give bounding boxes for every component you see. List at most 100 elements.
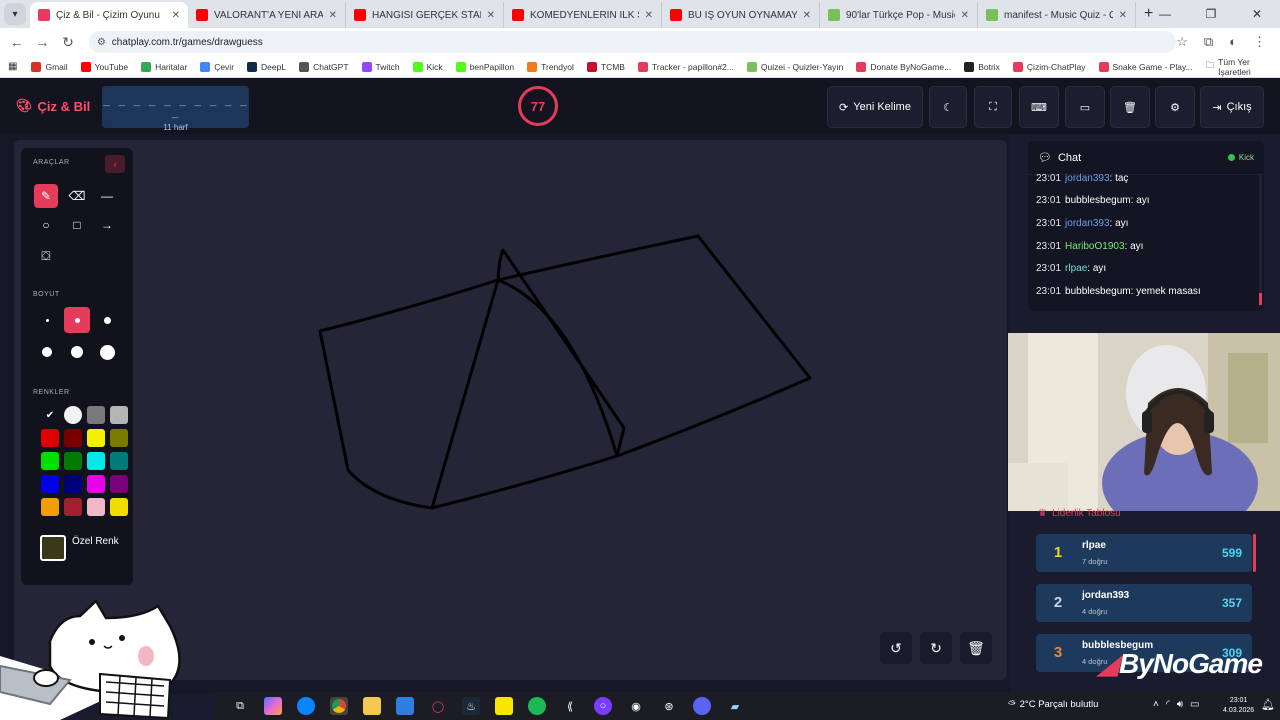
tab-close-icon[interactable]: ✕ <box>1119 10 1127 21</box>
bookmark-item[interactable]: YouTube <box>80 61 128 72</box>
chrome-taskbar-icon[interactable] <box>330 697 348 715</box>
bookmark-star-icon[interactable]: ☆ <box>1176 34 1188 50</box>
site-info-icon[interactable]: ⚙ <box>97 37 106 48</box>
archive-button[interactable]: ▭ <box>1065 86 1105 128</box>
brand-logo[interactable]: 🎨︎ Çiz & Bil <box>16 98 90 114</box>
forward-icon[interactable]: → <box>30 34 56 50</box>
fill-tool[interactable]: ⛋ <box>34 244 58 268</box>
color-swatch[interactable] <box>64 429 82 447</box>
tray-expand-icon[interactable]: ˄ <box>1153 699 1159 710</box>
color-swatch[interactable] <box>87 429 105 447</box>
notification-bell-icon[interactable]: 🔔︎ <box>1261 698 1275 711</box>
tab-search-icon[interactable]: ▾ <box>4 3 26 25</box>
bookmark-item[interactable]: TCMB <box>586 61 625 72</box>
dark-mode-button[interactable]: ☾ <box>929 86 967 128</box>
color-swatch[interactable] <box>41 452 59 470</box>
bookmark-item[interactable]: benPapillon <box>455 61 514 72</box>
arrow-tool[interactable]: → <box>95 213 119 237</box>
bookmark-item[interactable]: ChatGPT <box>299 61 349 72</box>
browser-menu-icon[interactable]: ⋮ <box>1253 34 1266 50</box>
size-4[interactable] <box>34 339 60 365</box>
restore-icon[interactable]: ❐ <box>1188 0 1234 28</box>
color-swatch[interactable] <box>64 452 82 470</box>
size-1[interactable] <box>34 307 60 333</box>
color-swatch[interactable] <box>41 498 59 516</box>
opera-icon[interactable]: ◯ <box>429 697 447 715</box>
tab-close-icon[interactable]: ✕ <box>172 10 180 21</box>
browser-tab[interactable]: VALORANT'A YENİ ARAYÜZ VE ✕ <box>188 2 346 28</box>
delete-button[interactable]: 🗑︎ <box>1110 86 1150 128</box>
bookmark-item[interactable]: Haritalar <box>141 61 187 72</box>
steam-icon[interactable]: ♨ <box>462 697 480 715</box>
color-swatch[interactable] <box>87 475 105 493</box>
new-word-button[interactable]: ⟳ Yeni Kelime <box>827 86 923 128</box>
message-user[interactable]: bubblesbegum <box>1065 286 1131 297</box>
url-input[interactable]: ⚙ chatplay.com.tr/games/drawguess <box>88 31 1177 53</box>
browser-tab[interactable]: BU İŞ OYUN OYNAMAYA BENZ ✕ <box>662 2 820 28</box>
message-user[interactable]: bubblesbegum <box>1065 195 1131 206</box>
circle-tool[interactable]: ○ <box>34 213 58 237</box>
weather-widget[interactable]: ⛅︎ 2°C Parçalı bulutlu <box>1008 699 1098 710</box>
color-swatch[interactable] <box>110 475 128 493</box>
spotify-icon[interactable] <box>528 697 546 715</box>
close-window-icon[interactable]: ✕ <box>1234 0 1280 28</box>
chat-scrollbar[interactable] <box>1259 175 1262 305</box>
capcut-icon[interactable]: ⟪ <box>561 697 579 715</box>
profile-icon[interactable]: ◐ <box>1229 34 1237 50</box>
bookmark-item[interactable]: Snake Game - Play... <box>1098 61 1193 72</box>
size-2[interactable] <box>64 307 90 333</box>
tab-close-icon[interactable]: ✕ <box>803 10 811 21</box>
color-swatch[interactable] <box>64 498 82 516</box>
color-swatch[interactable] <box>110 406 128 424</box>
bookmark-item[interactable]: Quizei - Quizler-Yayın <box>746 61 843 72</box>
color-swatch[interactable] <box>41 475 59 493</box>
edge-icon[interactable] <box>297 697 315 715</box>
bookmark-item[interactable]: Çevir <box>200 61 234 72</box>
color-swatch[interactable]: ✔ <box>41 406 59 424</box>
notepad-icon[interactable]: ▰ <box>726 697 744 715</box>
obs-icon[interactable]: ○ <box>594 697 612 715</box>
back-icon[interactable]: ← <box>4 34 30 50</box>
size-6[interactable] <box>94 339 120 365</box>
color-swatch[interactable] <box>64 475 82 493</box>
size-3[interactable] <box>94 307 120 333</box>
color-swatch[interactable] <box>110 452 128 470</box>
rectangle-tool[interactable]: □ <box>65 213 89 237</box>
tab-close-icon[interactable]: ✕ <box>645 10 653 21</box>
message-user[interactable]: jordan393 <box>1065 218 1109 229</box>
wifi-icon[interactable]: ◜ <box>1166 699 1170 710</box>
logout-button[interactable]: ⇥ Çıkış <box>1200 86 1264 128</box>
color-swatch[interactable] <box>87 498 105 516</box>
message-user[interactable]: HariboO1903 <box>1065 241 1124 252</box>
chat-scroll-thumb[interactable] <box>1259 293 1262 305</box>
fullscreen-button[interactable]: ⛶ <box>974 86 1012 128</box>
discord-icon[interactable] <box>693 697 711 715</box>
bookmark-item[interactable]: Donate ByNoGame... <box>856 61 951 72</box>
browser-tab[interactable]: HANGİSİ GERÇEK STAND-UP K ✕ <box>346 2 504 28</box>
extensions-icon[interactable]: ⧉ <box>1204 34 1213 50</box>
volume-icon[interactable]: 🔊︎ <box>1177 699 1183 710</box>
color-swatch[interactable] <box>64 406 82 424</box>
collapse-tools-button[interactable]: ‹ <box>105 155 125 173</box>
line-tool[interactable]: — <box>95 184 119 208</box>
battery-icon[interactable]: ▭ <box>1190 699 1199 710</box>
color-swatch[interactable] <box>110 498 128 516</box>
color-swatch[interactable] <box>41 429 59 447</box>
store-icon[interactable] <box>396 697 414 715</box>
bookmark-item[interactable]: Botrix <box>964 61 1000 72</box>
copilot-icon[interactable] <box>264 697 282 715</box>
reload-icon[interactable]: ↻ <box>55 34 81 51</box>
minimize-icon[interactable]: — <box>1142 0 1188 28</box>
tab-close-icon[interactable]: ✕ <box>329 10 337 21</box>
file-explorer-icon[interactable] <box>363 697 381 715</box>
camera-app-icon[interactable]: ◉ <box>627 697 645 715</box>
bookmark-item[interactable]: DeepL <box>247 61 286 72</box>
bookmark-item[interactable]: Trendyol <box>527 61 574 72</box>
browser-tab[interactable]: 90'lar Türkçe Pop - Music Quiz ✕ <box>820 2 978 28</box>
bookmark-item[interactable]: Gmail <box>31 61 68 72</box>
bookmark-item[interactable]: Twitch <box>361 61 400 72</box>
bookmark-item[interactable]: Kick <box>412 61 443 72</box>
keyboard-button[interactable]: ⌨ <box>1019 86 1059 128</box>
bookmark-item[interactable]: Tracker - papillon#2... <box>637 61 734 72</box>
taskbar-clock[interactable]: 23:01 4.03.2026 <box>1223 696 1254 716</box>
